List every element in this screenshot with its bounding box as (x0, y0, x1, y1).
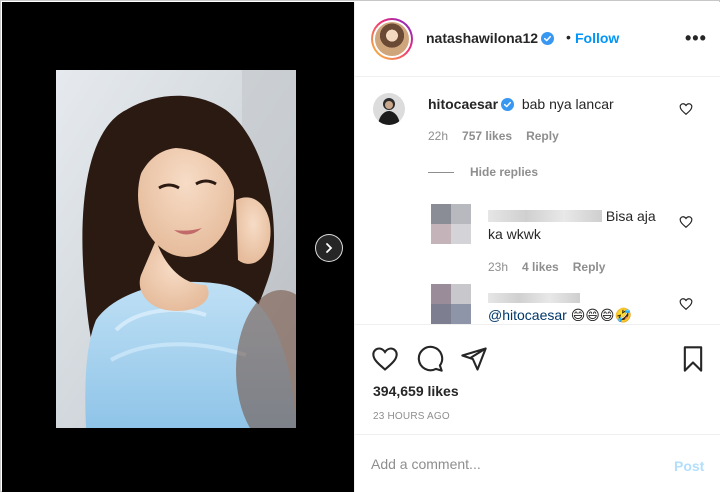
like-comment-heart-icon[interactable] (679, 102, 693, 116)
like-heart-icon[interactable] (371, 345, 399, 373)
comment-username[interactable]: hitocaesar (428, 96, 498, 112)
post-actions: 394,659 likes 23 HOURS AGO (355, 324, 720, 434)
comment-meta: 22h 757 likes Reply (428, 129, 559, 143)
comments-list[interactable]: hitocaesar bab nya lancar 22h 757 likes … (355, 78, 720, 324)
header-separator: • (566, 29, 571, 45)
instagram-post-window: natashawilona12 • Follow ••• hitocaesar … (0, 0, 720, 492)
reply-likes[interactable]: 4 likes (522, 260, 559, 274)
avatar-image (373, 93, 405, 125)
post-media (2, 2, 354, 492)
save-bookmark-icon[interactable] (679, 345, 707, 373)
commenter-avatar[interactable] (373, 93, 405, 125)
reply-button[interactable]: Reply (526, 129, 559, 143)
comment-body: bab nya lancar (521, 96, 614, 112)
author-avatar[interactable] (371, 18, 413, 60)
reply-avatar-pixelated[interactable] (431, 284, 471, 324)
reply-text: @hitocaesar 😄😄😄🤣 (488, 288, 678, 324)
comment-bubble-icon[interactable] (416, 345, 444, 373)
reply-button[interactable]: Reply (573, 260, 606, 274)
reply-meta: 23h 4 likes Reply (488, 260, 605, 274)
share-send-icon[interactable] (460, 345, 488, 373)
like-count[interactable]: 394,659 likes (373, 383, 459, 399)
author-username-text: natashawilona12 (426, 30, 539, 46)
reply-avatar-pixelated[interactable] (431, 204, 471, 244)
more-options-button[interactable]: ••• (685, 28, 707, 49)
reply-mention[interactable]: @hitocaesar (488, 307, 567, 323)
reply-emoji: 😄😄😄🤣 (570, 307, 632, 323)
verified-badge-icon (501, 98, 515, 111)
divider-line (428, 171, 454, 173)
chevron-right-icon (326, 243, 333, 253)
post-comment-button[interactable]: Post (674, 458, 704, 474)
redacted-username (488, 210, 602, 222)
post-timestamp[interactable]: 23 HOURS AGO (373, 411, 450, 422)
post-photo[interactable] (56, 70, 296, 428)
redacted-username (488, 293, 580, 303)
reply-time: 23h (488, 260, 509, 274)
next-slide-button[interactable] (315, 234, 343, 262)
add-comment-input[interactable] (371, 453, 651, 475)
like-reply-heart-icon[interactable] (679, 297, 693, 311)
verified-badge-icon (541, 32, 555, 45)
follow-button[interactable]: Follow (575, 30, 619, 46)
hide-replies-label: Hide replies (470, 165, 539, 179)
comment-likes[interactable]: 757 likes (462, 129, 512, 143)
hide-replies-button[interactable]: Hide replies (428, 165, 538, 179)
like-reply-heart-icon[interactable] (679, 215, 693, 229)
post-header: natashawilona12 • Follow ••• (355, 2, 720, 77)
reply-body-line2: ka wkwk (488, 226, 541, 242)
portrait-illustration (56, 70, 296, 428)
add-comment-bar: Post (355, 434, 720, 492)
post-sidebar: natashawilona12 • Follow ••• hitocaesar … (354, 2, 720, 492)
comment-text: hitocaesar bab nya lancar (428, 95, 614, 113)
author-username[interactable]: natashawilona12 (426, 30, 555, 46)
reply-body-line1: Bisa aja (605, 208, 656, 224)
reply-text: Bisa aja ka wkwk (488, 207, 678, 243)
comment-time: 22h (428, 129, 449, 143)
